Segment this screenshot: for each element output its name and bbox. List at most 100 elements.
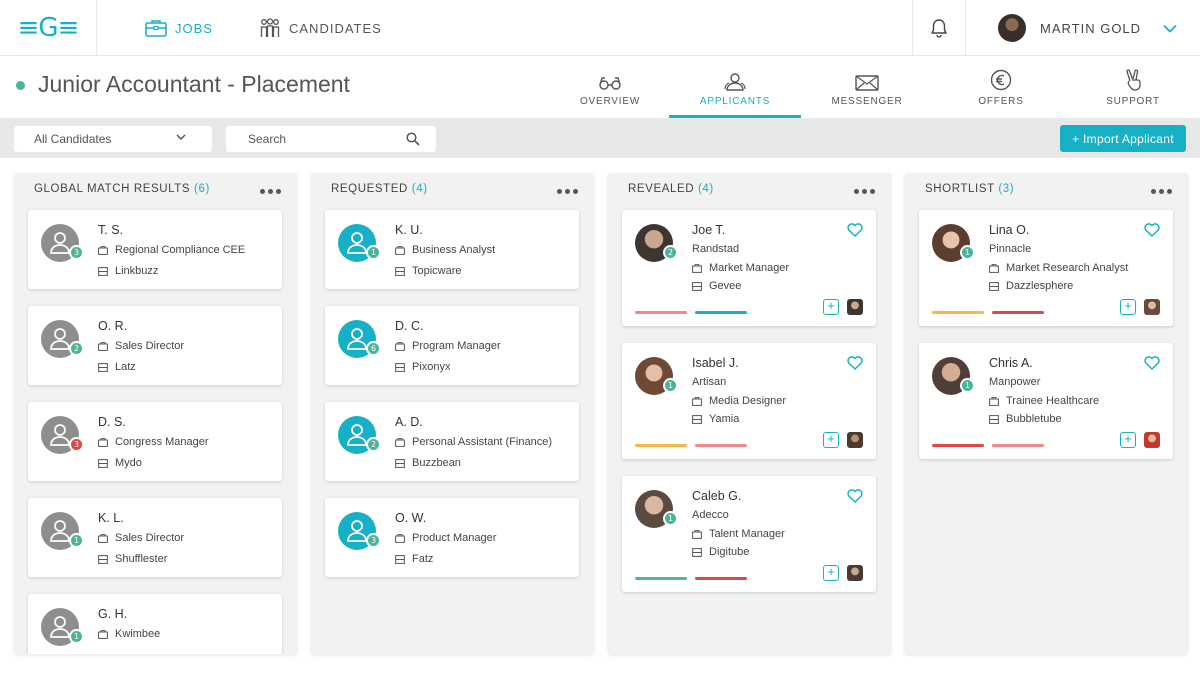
candidate-name: K. L. <box>98 511 124 525</box>
search-input[interactable]: Search <box>226 126 436 152</box>
candidate-company-text: Bubbletube <box>1006 413 1062 425</box>
add-button[interactable]: + <box>823 432 839 448</box>
briefcase-icon <box>395 437 405 447</box>
notifications-button[interactable] <box>912 0 966 56</box>
column-shortlist: SHORTLIST (3) 1 Lina O. Pinnacle Market … <box>905 173 1188 654</box>
bell-icon <box>931 19 947 38</box>
tab-support[interactable]: SUPPORT <box>1067 57 1199 118</box>
candidate-company: Fatz <box>395 553 433 565</box>
euro-icon <box>990 69 1012 91</box>
candidate-job-text: Market Research Analyst <box>1006 262 1129 274</box>
tab-offers[interactable]: OFFERS <box>935 57 1067 118</box>
candidate-company-text: Shufflester <box>115 553 168 565</box>
candidate-card[interactable]: 1 K. L. Sales Director Shufflester <box>28 498 282 577</box>
column-count: (4) <box>411 183 428 195</box>
tab-overview[interactable]: OVERVIEW <box>544 57 676 118</box>
recruiter-avatar <box>847 565 863 581</box>
candidate-agency: Artisan <box>692 376 727 388</box>
column-more-button[interactable] <box>1151 189 1172 194</box>
candidate-name: Joe T. <box>692 223 726 237</box>
rating-bar <box>695 444 747 447</box>
job-header: Junior Accountant - Placement OVERVIEW A… <box>0 57 1200 118</box>
import-applicant-button[interactable]: + Import Applicant <box>1060 125 1186 152</box>
add-button[interactable]: + <box>1120 432 1136 448</box>
brand-logo[interactable]: ≡G≡ <box>0 0 97 56</box>
candidate-card[interactable]: 2 A. D. Personal Assistant (Finance) Buz… <box>325 402 579 481</box>
top-bar: ≡G≡ JOBS CANDIDATES MARTIN GOLD <box>0 0 1200 56</box>
column-more-button[interactable] <box>260 189 281 194</box>
column-more-button[interactable] <box>854 189 875 194</box>
candidate-job-text: Sales Director <box>115 340 185 352</box>
add-button[interactable]: + <box>1120 299 1136 315</box>
candidate-card[interactable]: 1 Isabel J. Artisan Media Designer Yamia… <box>622 343 876 459</box>
candidate-card[interactable]: 2 Joe T. Randstad Market Manager Gevee + <box>622 210 876 326</box>
nav-candidates[interactable]: CANDIDATES <box>259 0 382 56</box>
candidate-company-text: Digitube <box>709 546 750 558</box>
user-avatar <box>998 14 1026 42</box>
heart-icon[interactable] <box>847 356 863 370</box>
building-icon <box>989 281 999 291</box>
nav-jobs-label: JOBS <box>175 20 213 36</box>
briefcase-icon <box>692 529 702 539</box>
candidate-card[interactable]: 1 Caleb G. Adecco Talent Manager Digitub… <box>622 476 876 592</box>
candidate-card[interactable]: 3 T. S. Regional Compliance CEE Linkbuzz <box>28 210 282 289</box>
column-more-button[interactable] <box>557 189 578 194</box>
candidate-card[interactable]: 2 O. R. Sales Director Latz <box>28 306 282 385</box>
recruiter-avatar <box>847 299 863 315</box>
tab-messenger[interactable]: MESSENGER <box>801 57 933 118</box>
briefcase-icon <box>98 629 108 639</box>
rating-bar <box>635 577 687 580</box>
match-score-badge: 2 <box>366 437 381 452</box>
add-button[interactable]: + <box>823 299 839 315</box>
tab-offers-label: OFFERS <box>978 96 1024 107</box>
candidate-job: Kwimbee <box>98 628 160 640</box>
candidate-card[interactable]: 3 O. W. Product Manager Fatz <box>325 498 579 577</box>
briefcase-icon <box>98 533 108 543</box>
candidate-card[interactable]: 1 K. U. Business Analyst Topicware <box>325 210 579 289</box>
candidate-job: Market Manager <box>692 262 789 274</box>
candidate-card[interactable]: 1 G. H. Kwimbee <box>28 594 282 654</box>
column-title: REVEALED (4) <box>628 183 714 195</box>
column-count: (4) <box>697 183 714 195</box>
user-icon <box>50 232 70 254</box>
add-button[interactable]: + <box>823 565 839 581</box>
candidate-card[interactable]: 6 D. C. Program Manager Pixonyx <box>325 306 579 385</box>
heart-icon[interactable] <box>847 223 863 237</box>
briefcase-icon <box>395 341 405 351</box>
candidate-job: Personal Assistant (Finance) <box>395 436 552 448</box>
heart-icon[interactable] <box>1144 223 1160 237</box>
candidate-company: Gevee <box>692 280 741 292</box>
briefcase-icon <box>98 341 108 351</box>
heart-icon[interactable] <box>847 489 863 503</box>
search-icon[interactable] <box>406 132 420 146</box>
heart-icon[interactable] <box>1144 356 1160 370</box>
user-icon <box>50 616 70 638</box>
nav-jobs[interactable]: JOBS <box>145 0 213 56</box>
column-global-match-results: GLOBAL MATCH RESULTS (6) 3 T. S. Regiona… <box>14 173 297 654</box>
chevron-down-icon <box>1163 24 1177 33</box>
building-icon <box>98 362 108 372</box>
match-score-badge: 3 <box>69 245 84 260</box>
candidate-card[interactable]: 1 Chris A. Manpower Trainee Healthcare B… <box>919 343 1173 459</box>
candidate-job: Market Research Analyst <box>989 262 1128 274</box>
rating-bar <box>635 311 687 314</box>
candidate-job: Program Manager <box>395 340 501 352</box>
candidate-filter-select[interactable]: All Candidates <box>14 126 212 152</box>
job-title: Junior Accountant - Placement <box>38 71 350 97</box>
building-icon <box>98 458 108 468</box>
candidate-name: O. R. <box>98 319 128 333</box>
tab-applicants[interactable]: APPLICANTS <box>669 57 801 118</box>
column-title-text: SHORTLIST <box>925 183 995 195</box>
candidate-card[interactable]: 3 D. S. Congress Manager Mydo <box>28 402 282 481</box>
briefcase-icon <box>692 396 702 406</box>
building-icon <box>98 266 108 276</box>
candidate-job-text: Program Manager <box>412 340 501 352</box>
logo-text: ≡G≡ <box>17 13 80 43</box>
match-score-badge: 3 <box>69 437 84 452</box>
search-placeholder: Search <box>248 132 287 146</box>
user-menu[interactable]: MARTIN GOLD <box>998 0 1177 56</box>
match-score-badge: 1 <box>663 511 678 526</box>
candidate-card[interactable]: 1 Lina O. Pinnacle Market Research Analy… <box>919 210 1173 326</box>
candidate-name: T. S. <box>98 223 124 237</box>
building-icon <box>395 554 405 564</box>
